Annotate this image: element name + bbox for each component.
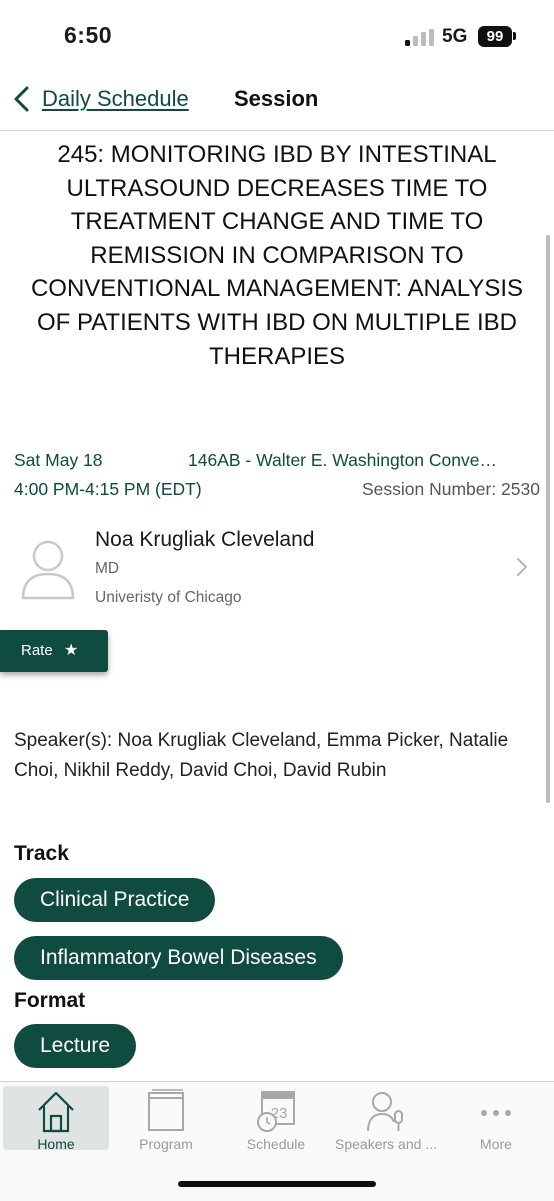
speaker-degree: MD <box>95 560 120 577</box>
tab-label-schedule: Schedule <box>246 1136 306 1152</box>
tab-label-program: Program <box>139 1136 193 1152</box>
status-bar: 6:50 5G 99 <box>0 0 554 70</box>
calendar-clock-icon: 23 <box>257 1091 295 1132</box>
speaker-card[interactable]: Noa Krugliak Cleveland MD Univeristy of … <box>0 518 554 618</box>
battery-icon: 99 <box>478 26 512 47</box>
tab-program[interactable]: Program <box>113 1086 219 1152</box>
session-time: 4:00 PM-4:15 PM (EDT) <box>14 479 202 499</box>
speakers-list: Speaker(s): Noa Krugliak Cleveland, Emma… <box>14 730 509 781</box>
speaker-mic-icon <box>367 1092 403 1132</box>
track-pill-clinical-practice[interactable]: Clinical Practice <box>14 878 216 922</box>
book-icon <box>148 1089 184 1131</box>
tab-home[interactable]: Home <box>3 1086 109 1152</box>
avatar-placeholder-icon <box>21 540 75 600</box>
speaker-name: Noa Krugliak Cleveland <box>95 528 315 551</box>
chevron-right-icon <box>517 558 527 576</box>
rate-button[interactable]: Rate ★ <box>0 630 108 672</box>
tab-more[interactable]: More <box>443 1086 549 1152</box>
format-heading: Format <box>14 989 86 1012</box>
session-title: 245: MONITORING IBD BY INTESTINAL ULTRAS… <box>30 141 524 370</box>
network-label: 5G <box>442 26 468 47</box>
rate-label: Rate <box>21 642 53 659</box>
home-indicator <box>178 1181 376 1187</box>
speaker-organization: Univeristy of Chicago <box>95 589 242 606</box>
signal-icon <box>405 29 435 46</box>
tab-label-home: Home <box>37 1136 75 1152</box>
page-title: Session <box>234 86 319 111</box>
track-heading: Track <box>14 842 69 865</box>
nav-header: Daily Schedule Session <box>0 70 554 131</box>
tab-speakers[interactable]: Speakers and ... <box>333 1086 439 1152</box>
track-pill-inflammatory-bowel-diseases[interactable]: Inflammatory Bowel Diseases <box>14 936 343 980</box>
scrollbar[interactable] <box>546 235 550 803</box>
session-number: Session Number: 2530 <box>361 479 540 499</box>
status-time: 6:50 <box>64 22 113 48</box>
session-location[interactable]: 146AB - Walter E. Washington Conve… <box>188 450 543 471</box>
home-icon <box>38 1091 74 1133</box>
back-link[interactable]: Daily Schedule <box>42 86 189 112</box>
more-dots-icon <box>481 1110 511 1116</box>
back-chevron-icon[interactable] <box>10 84 34 114</box>
tab-label-speakers: Speakers and ... <box>335 1136 437 1152</box>
session-date: Sat May 18 <box>14 450 103 470</box>
tab-schedule[interactable]: 23 Schedule <box>223 1086 329 1152</box>
format-pill-lecture[interactable]: Lecture <box>14 1024 137 1068</box>
star-icon: ★ <box>64 642 79 659</box>
battery-tip <box>513 32 516 40</box>
tab-label-more: More <box>480 1136 512 1152</box>
